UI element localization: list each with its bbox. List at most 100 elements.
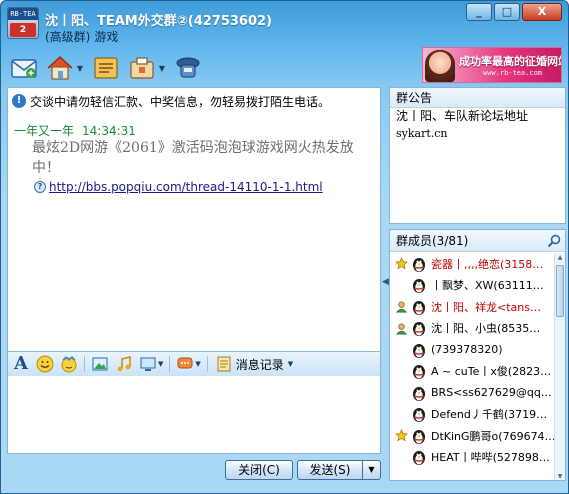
members-scrollbar[interactable]: ▲ ▼ bbox=[554, 253, 565, 480]
chevron-down-icon[interactable]: ▼ bbox=[158, 360, 163, 368]
members-panel: 群成员(3/81) 瓷器丨,,,,绝恋(3158… 丨飘梦、XW(63111… 沈丨… bbox=[389, 229, 566, 481]
settings-icon bbox=[176, 57, 200, 78]
scroll-thumb[interactable] bbox=[556, 265, 564, 317]
member-badge-slot bbox=[394, 343, 408, 357]
member-badge-slot bbox=[394, 364, 408, 378]
file-transfer-button[interactable] bbox=[91, 52, 121, 84]
scroll-up-icon[interactable]: ▲ bbox=[555, 253, 565, 263]
chevron-down-icon[interactable]: ▼ bbox=[157, 53, 167, 83]
penguin-avatar-icon bbox=[410, 362, 428, 380]
member-name: HEAT丨哔哔(527898… bbox=[431, 451, 550, 465]
image-button[interactable] bbox=[89, 353, 111, 375]
member-item[interactable]: 瓷器丨,,,,绝恋(3158… bbox=[390, 253, 555, 275]
message-header: 一年又一年 14:34:31 bbox=[14, 122, 144, 139]
music-icon bbox=[117, 355, 131, 372]
penguin-avatar-icon bbox=[410, 405, 428, 423]
member-item[interactable]: (739378320) bbox=[390, 339, 555, 361]
font-button[interactable]: A bbox=[10, 353, 32, 375]
member-name: A ~ cuTe丨x俊(2823… bbox=[431, 365, 552, 379]
penguin-avatar-icon bbox=[410, 341, 428, 359]
ad-photo bbox=[425, 50, 455, 82]
group-subtitle: (高级群) 游戏 bbox=[45, 28, 122, 45]
members-header: 群成员(3/81) bbox=[390, 230, 565, 252]
apps-icon bbox=[130, 57, 154, 79]
member-item[interactable]: 丨飘梦、XW(63111… bbox=[390, 275, 555, 297]
member-item[interactable]: HEAT丨哔哔(527898… bbox=[390, 447, 555, 469]
penguin-avatar-icon bbox=[410, 448, 428, 466]
member-name: (739378320) bbox=[431, 343, 503, 357]
mail-icon bbox=[11, 59, 37, 78]
link-safety-icon: ? bbox=[34, 181, 46, 193]
font-icon: A bbox=[14, 353, 28, 374]
ad-banner[interactable]: 成功率最高的征婚网站 www.rb-tea.com bbox=[422, 47, 562, 83]
member-item[interactable]: A ~ cuTe丨x俊(2823… bbox=[390, 361, 555, 383]
chat-bubble-icon bbox=[177, 357, 193, 369]
owner-star-icon bbox=[394, 429, 408, 443]
member-item[interactable]: BRS<ss627629@qq… bbox=[390, 382, 555, 404]
ad-url: www.rb-tea.com bbox=[483, 69, 543, 77]
message-history-label: 消息记录 bbox=[235, 357, 284, 372]
member-item[interactable]: 沈丨阳、小虫(8535… bbox=[390, 318, 555, 340]
member-badge-slot bbox=[394, 407, 408, 421]
announcement-header: 群公告 bbox=[390, 88, 565, 108]
chevron-down-icon: ▼ bbox=[287, 360, 294, 368]
member-item[interactable]: DtKinG鹏哥o(769674… bbox=[390, 425, 555, 447]
message-link[interactable]: http://bbs.popqiu.com/thread-14110-1-1.h… bbox=[49, 180, 323, 194]
member-item[interactable]: Defend丿千鹤(3719… bbox=[390, 404, 555, 426]
emoji-button[interactable] bbox=[34, 353, 56, 375]
send-mail-button[interactable] bbox=[9, 52, 39, 84]
info-icon: ! bbox=[12, 94, 26, 108]
screenshot-button[interactable]: ▼ bbox=[137, 353, 165, 375]
scroll-down-icon[interactable]: ▼ bbox=[555, 472, 565, 480]
send-options-button[interactable]: ▼ bbox=[362, 460, 381, 480]
screenshot-icon bbox=[140, 357, 156, 371]
member-badge-slot bbox=[394, 386, 408, 400]
penguin-avatar-icon bbox=[410, 384, 428, 402]
magic-face-icon bbox=[61, 355, 77, 373]
penguin-avatar-icon bbox=[410, 276, 428, 294]
magic-emoji-button[interactable] bbox=[58, 353, 80, 375]
group-logo[interactable]: RB·TEA 2 bbox=[7, 7, 39, 39]
chat-history[interactable]: ! 交谈中请勿轻信汇款、中奖信息，勿轻易拨打陌生电话。 一年又一年 14:34:3… bbox=[7, 87, 381, 352]
member-badge-slot bbox=[394, 278, 408, 292]
smiley-icon bbox=[36, 355, 54, 373]
ad-text: 成功率最高的征婚网站 bbox=[459, 55, 562, 68]
maximize-button[interactable]: □ bbox=[494, 3, 520, 21]
send-button[interactable]: 发送(S) bbox=[297, 460, 363, 480]
owner-star-icon bbox=[394, 257, 408, 271]
member-badge-slot bbox=[394, 450, 408, 464]
main-toolbar: ▼ ▼ bbox=[9, 51, 203, 85]
member-name: 沈丨阳、祥龙<tans… bbox=[431, 300, 541, 314]
search-icon[interactable] bbox=[547, 234, 561, 248]
window-controls: _ □ X bbox=[466, 3, 562, 21]
chevron-down-icon[interactable]: ▼ bbox=[75, 53, 85, 83]
member-item[interactable]: 沈丨阳、祥龙<tans… bbox=[390, 296, 555, 318]
penguin-avatar-icon bbox=[410, 319, 428, 337]
announcement-line: 沈丨阳、车队新论坛地址 bbox=[396, 109, 529, 123]
title-bar: RB·TEA 2 沈丨阳、TEAM外交群②(42753602) (高级群) 游戏 … bbox=[1, 1, 568, 47]
group-settings-button[interactable] bbox=[173, 52, 203, 84]
group-home-button[interactable]: ▼ bbox=[45, 52, 85, 84]
member-name: 沈丨阳、小虫(8535… bbox=[431, 322, 541, 336]
announcement-line: sykart.cn bbox=[396, 127, 448, 140]
member-name: 丨飘梦、XW(63111… bbox=[431, 279, 544, 293]
music-button[interactable] bbox=[113, 353, 135, 375]
chat-mode-button[interactable]: ▼ bbox=[174, 353, 202, 375]
admin-icon bbox=[394, 321, 408, 335]
message-link-row: ? http://bbs.popqiu.com/thread-14110-1-1… bbox=[34, 180, 323, 194]
apps-button[interactable]: ▼ bbox=[127, 52, 167, 84]
member-name: Defend丿千鹤(3719… bbox=[431, 408, 548, 422]
member-name: 瓷器丨,,,,绝恋(3158… bbox=[431, 257, 544, 271]
collapse-sidebar-icon[interactable]: ◀ bbox=[382, 277, 389, 287]
close-window-button[interactable]: X bbox=[522, 3, 562, 21]
message-history-button[interactable]: 消息记录 ▼ bbox=[212, 355, 296, 373]
minimize-button[interactable]: _ bbox=[466, 3, 492, 21]
message-sender[interactable]: 一年又一年 bbox=[14, 124, 74, 138]
member-list: 瓷器丨,,,,绝恋(3158… 丨飘梦、XW(63111… 沈丨阳、祥龙<tans…… bbox=[390, 253, 555, 468]
chevron-down-icon[interactable]: ▼ bbox=[195, 360, 200, 368]
history-icon bbox=[217, 356, 231, 372]
close-button[interactable]: 关闭(C) bbox=[225, 460, 293, 480]
chevron-down-icon: ▼ bbox=[368, 465, 375, 474]
group-category: 游戏 bbox=[94, 30, 119, 44]
message-input[interactable] bbox=[7, 376, 381, 454]
